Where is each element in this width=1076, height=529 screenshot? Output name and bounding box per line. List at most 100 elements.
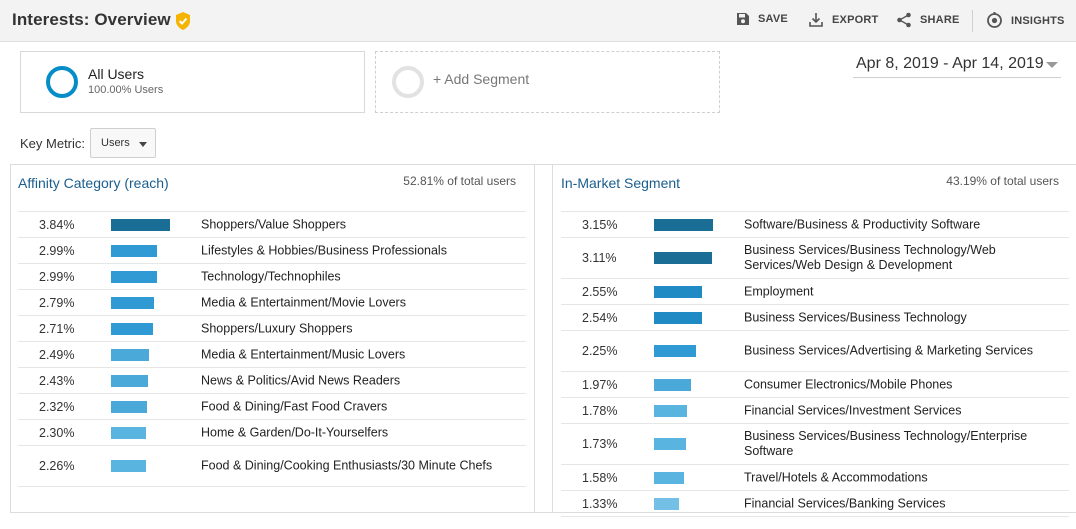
row-percentage: 2.43% bbox=[39, 373, 75, 388]
export-button[interactable]: EXPORT bbox=[808, 12, 878, 28]
row-label[interactable]: Home & Garden/Do-It-Yourselfers bbox=[201, 425, 521, 440]
table-row[interactable]: 1.78% Financial Services/Investment Servi… bbox=[561, 398, 1069, 424]
row-label[interactable]: Food & Dining/Fast Food Cravers bbox=[201, 399, 521, 414]
row-percentage: 2.99% bbox=[39, 269, 75, 284]
segment-all-users[interactable]: All Users 100.00% Users bbox=[20, 51, 365, 113]
date-range-text: Apr 8, 2019 - Apr 14, 2019 bbox=[856, 55, 1044, 72]
row-percentage: 2.55% bbox=[582, 284, 618, 299]
export-label: EXPORT bbox=[832, 14, 879, 26]
table-row[interactable]: 3.11% Business Services/Business Technolo… bbox=[561, 238, 1069, 279]
row-percentage: 2.54% bbox=[582, 310, 618, 325]
table-row[interactable]: 2.49% Media & Entertainment/Music Lovers bbox=[18, 342, 526, 368]
dropdown-caret-icon bbox=[139, 142, 147, 147]
row-percentage: 2.26% bbox=[39, 459, 75, 473]
table-row[interactable]: 2.32% Food & Dining/Fast Food Cravers bbox=[18, 394, 526, 420]
row-percentage: 1.97% bbox=[582, 377, 618, 392]
row-label[interactable]: Media & Entertainment/Music Lovers bbox=[201, 347, 521, 362]
row-label[interactable]: Business Services/Business Technology bbox=[744, 310, 1064, 325]
table-row[interactable]: 2.43% News & Politics/Avid News Readers bbox=[18, 368, 526, 394]
row-bar bbox=[654, 471, 684, 484]
chevron-down-icon bbox=[1046, 62, 1058, 68]
row-label[interactable]: Business Services/Advertising & Marketin… bbox=[744, 344, 1064, 359]
row-percentage: 1.33% bbox=[582, 496, 618, 511]
row-label[interactable]: Shoppers/Value Shoppers bbox=[201, 217, 521, 232]
table-row[interactable]: 2.79% Media & Entertainment/Movie Lovers bbox=[18, 290, 526, 316]
row-label[interactable]: Software/Business & Productivity Softwar… bbox=[744, 217, 1064, 232]
table-row[interactable]: 2.71% Shoppers/Luxury Shoppers bbox=[18, 316, 526, 342]
empty-segment-ring-icon bbox=[392, 66, 424, 98]
table-row[interactable]: 1.33% Financial Services/Banking Services bbox=[561, 491, 1069, 517]
add-segment-label: + Add Segment bbox=[433, 71, 530, 87]
row-label[interactable]: Food & Dining/Cooking Enthusiasts/30 Min… bbox=[201, 459, 521, 474]
row-bar bbox=[111, 400, 147, 413]
row-label[interactable]: Financial Services/Investment Services bbox=[744, 403, 1064, 418]
export-icon bbox=[809, 13, 823, 27]
row-label[interactable]: Consumer Electronics/Mobile Phones bbox=[744, 377, 1064, 392]
row-label[interactable]: Media & Entertainment/Movie Lovers bbox=[201, 295, 521, 310]
segment-name: All Users bbox=[88, 66, 145, 82]
table-row[interactable]: 2.26% Food & Dining/Cooking Enthusiasts/3… bbox=[18, 446, 526, 487]
in-market-title[interactable]: In-Market Segment bbox=[561, 175, 680, 191]
date-range-picker[interactable]: Apr 8, 2019 - Apr 14, 2019 bbox=[853, 52, 1061, 78]
page-title: Interests: Overview bbox=[12, 10, 171, 29]
row-label[interactable]: Financial Services/Banking Services bbox=[744, 496, 1064, 511]
row-label[interactable]: Lifestyles & Hobbies/Business Profession… bbox=[201, 243, 521, 258]
report-header: Interests: Overview SAVE EXPORT SHARE IN… bbox=[0, 0, 1076, 42]
table-row[interactable]: 3.15% Software/Business & Productivity So… bbox=[561, 212, 1069, 238]
row-percentage: 2.79% bbox=[39, 295, 75, 310]
table-row[interactable]: 2.99% Technology/Technophiles bbox=[18, 264, 526, 290]
key-metric-select[interactable]: Users bbox=[90, 128, 156, 158]
table-row[interactable]: 1.73% Business Services/Business Technolo… bbox=[561, 424, 1069, 465]
row-label[interactable]: Technology/Technophiles bbox=[201, 269, 521, 284]
row-label[interactable]: Business Services/Business Technology/We… bbox=[744, 243, 1064, 273]
row-bar bbox=[111, 460, 146, 472]
row-bar bbox=[654, 378, 691, 391]
segment-ring-icon bbox=[46, 66, 78, 98]
table-row[interactable]: 2.54% Business Services/Business Technolo… bbox=[561, 305, 1069, 331]
panel-divider bbox=[534, 164, 535, 513]
row-percentage: 1.58% bbox=[582, 470, 618, 485]
row-percentage: 2.99% bbox=[39, 243, 75, 258]
row-label[interactable]: Business Services/Business Technology/En… bbox=[744, 429, 1064, 459]
panel-divider bbox=[552, 164, 553, 513]
row-bar bbox=[111, 322, 153, 335]
insights-icon bbox=[987, 12, 1002, 28]
row-percentage: 2.49% bbox=[39, 347, 75, 362]
affinity-title[interactable]: Affinity Category (reach) bbox=[18, 175, 169, 191]
row-bar bbox=[111, 348, 149, 361]
row-bar bbox=[654, 285, 702, 298]
table-row[interactable]: 1.58% Travel/Hotels & Accommodations bbox=[561, 465, 1069, 491]
table-row[interactable]: 3.84% Shoppers/Value Shoppers bbox=[18, 212, 526, 238]
affinity-total: 52.81% of total users bbox=[403, 174, 516, 188]
row-bar bbox=[111, 218, 170, 231]
row-label[interactable]: Travel/Hotels & Accommodations bbox=[744, 470, 1064, 485]
row-bar bbox=[111, 244, 157, 257]
row-label[interactable]: Shoppers/Luxury Shoppers bbox=[201, 321, 521, 336]
row-percentage: 2.30% bbox=[39, 425, 75, 440]
row-label[interactable]: Employment bbox=[744, 284, 1064, 299]
add-segment-button[interactable]: + Add Segment bbox=[375, 51, 720, 113]
row-percentage: 3.15% bbox=[582, 217, 618, 232]
row-bar bbox=[654, 311, 702, 324]
table-row[interactable]: 2.99% Lifestyles & Hobbies/Business Profe… bbox=[18, 238, 526, 264]
row-bar bbox=[654, 218, 713, 231]
table-row[interactable]: 2.25% Business Services/Advertising & Mar… bbox=[561, 331, 1069, 372]
share-button[interactable]: SHARE bbox=[896, 12, 960, 28]
table-row[interactable]: 2.30% Home & Garden/Do-It-Yourselfers bbox=[18, 420, 526, 446]
save-button[interactable]: SAVE bbox=[736, 12, 788, 26]
table-row[interactable]: 2.55% Employment bbox=[561, 279, 1069, 305]
key-metric-value: Users bbox=[101, 137, 130, 149]
in-market-total: 43.19% of total users bbox=[946, 174, 1059, 188]
row-percentage: 3.11% bbox=[582, 251, 617, 265]
row-label[interactable]: News & Politics/Avid News Readers bbox=[201, 373, 521, 388]
header-divider bbox=[972, 10, 973, 32]
row-percentage: 2.25% bbox=[582, 344, 618, 358]
affinity-table: 3.84% Shoppers/Value Shoppers 2.99% Lifesty… bbox=[18, 211, 526, 487]
share-label: SHARE bbox=[920, 14, 960, 26]
table-row[interactable]: 1.97% Consumer Electronics/Mobile Phones bbox=[561, 372, 1069, 398]
row-bar bbox=[111, 270, 157, 283]
insights-button[interactable]: INSIGHTS bbox=[986, 12, 1065, 29]
row-percentage: 2.32% bbox=[39, 399, 75, 414]
key-metric-label: Key Metric: bbox=[20, 136, 86, 151]
row-percentage: 1.73% bbox=[582, 437, 618, 451]
